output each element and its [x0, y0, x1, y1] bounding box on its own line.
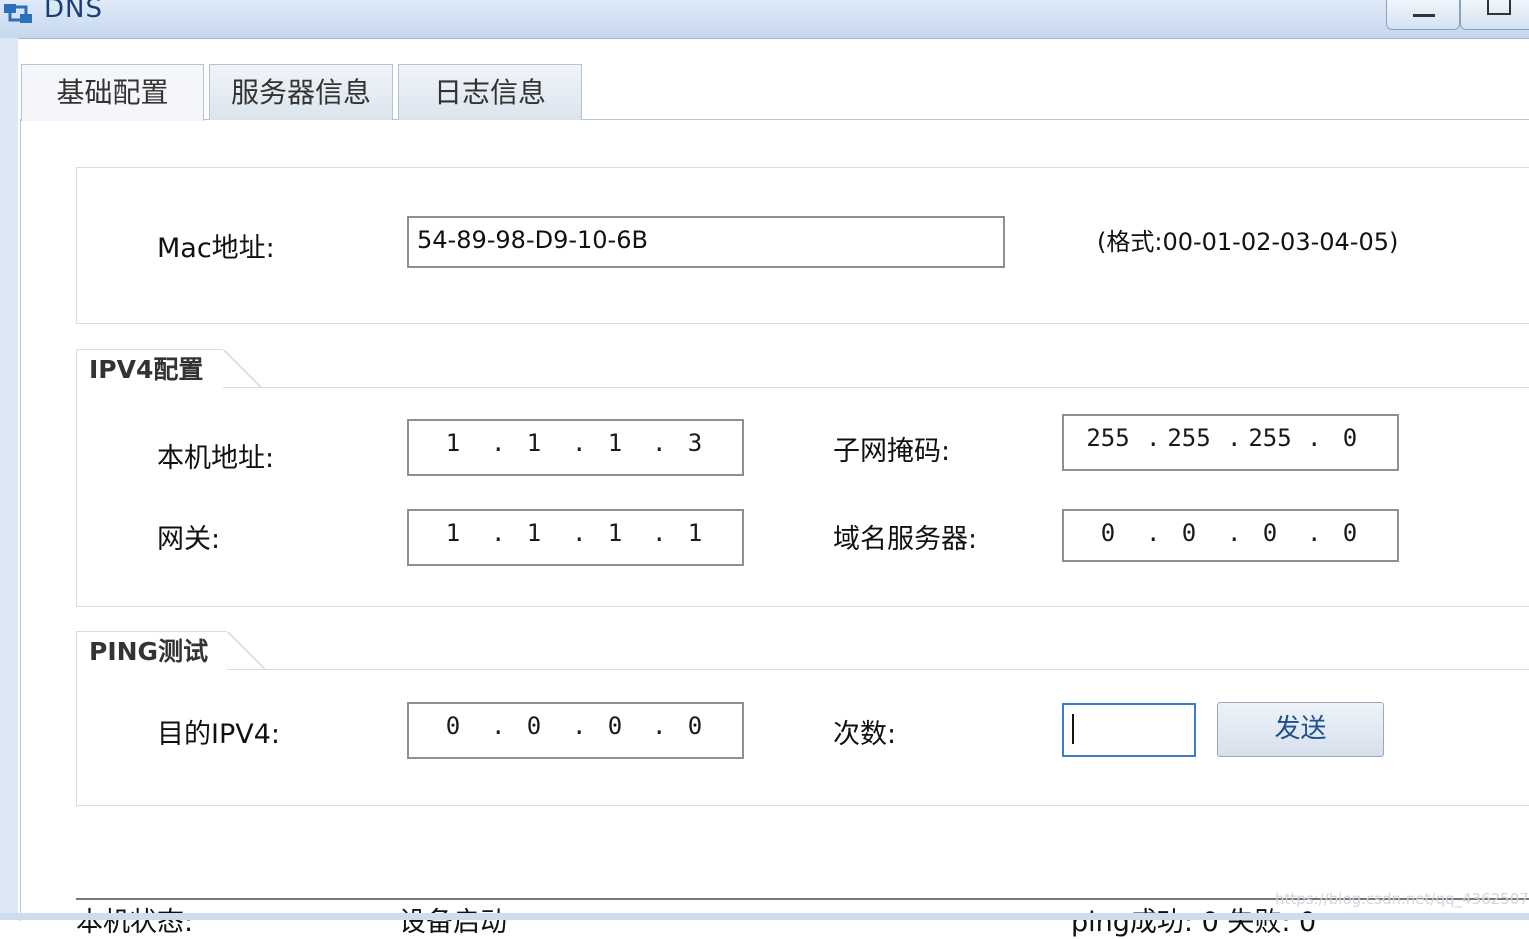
count-input[interactable]: [1062, 703, 1196, 757]
target-ipv4-label: 目的IPV4:: [157, 719, 280, 750]
ip-octet[interactable]: 1: [423, 429, 483, 457]
title-bar: DNS: [0, 0, 1529, 39]
ip-octet[interactable]: 0: [1078, 519, 1138, 547]
ip-dot: .: [491, 429, 506, 457]
ip-octet[interactable]: 1: [585, 519, 645, 547]
ip-octet[interactable]: 0: [585, 712, 645, 740]
ip-dot: .: [1227, 519, 1242, 547]
subnet-mask-label: 子网掩码:: [833, 436, 951, 467]
subnet-mask-input[interactable]: 255 . 255 . 255 . 0: [1062, 414, 1399, 471]
local-address-input[interactable]: 1 . 1 . 1 . 3: [407, 419, 744, 476]
ip-octet[interactable]: 0: [665, 712, 725, 740]
ip-octet[interactable]: 0: [1240, 519, 1300, 547]
ip-dot: .: [1307, 424, 1322, 452]
ip-dot: .: [572, 519, 587, 547]
ip-dot: .: [572, 429, 587, 457]
ip-octet[interactable]: 0: [423, 712, 483, 740]
ip-octet[interactable]: 1: [423, 519, 483, 547]
ip-octet[interactable]: 1: [665, 519, 725, 547]
ip-octet[interactable]: 1: [504, 519, 564, 547]
network-icon: [4, 4, 32, 23]
ipv4-legend: IPV4配置: [76, 349, 261, 388]
ip-dot: .: [1227, 424, 1242, 452]
ip-dot: .: [652, 429, 667, 457]
ip-octet[interactable]: 0: [1159, 519, 1219, 547]
count-label: 次数:: [833, 719, 897, 750]
ip-dot: .: [1307, 519, 1322, 547]
ip-octet[interactable]: 0: [1320, 519, 1380, 547]
local-address-label: 本机地址:: [157, 443, 275, 474]
mac-address-input[interactable]: 54-89-98-D9-10-6B: [407, 216, 1005, 268]
dns-server-input[interactable]: 0 . 0 . 0 . 0: [1062, 509, 1399, 562]
gateway-label: 网关:: [157, 524, 221, 555]
send-button[interactable]: 发送: [1217, 702, 1384, 757]
target-ipv4-input[interactable]: 0 . 0 . 0 . 0: [407, 702, 744, 759]
ip-dot: .: [652, 712, 667, 740]
ip-dot: .: [491, 712, 506, 740]
text-caret: [1072, 714, 1074, 744]
ip-dot: .: [491, 519, 506, 547]
watermark: https://blog.csdn.net/qq_43625079: [1275, 890, 1529, 908]
ip-octet[interactable]: 1: [504, 429, 564, 457]
ip-octet[interactable]: 255: [1078, 424, 1138, 452]
window-title: DNS: [44, 0, 103, 24]
bottom-frame: [0, 913, 1529, 920]
maximize-icon[interactable]: [1460, 0, 1529, 30]
ip-octet[interactable]: 255: [1240, 424, 1300, 452]
ip-dot: .: [1146, 519, 1161, 547]
window-frame-left: [0, 38, 18, 920]
ip-octet[interactable]: 1: [585, 429, 645, 457]
ip-octet[interactable]: 255: [1159, 424, 1219, 452]
minimize-icon[interactable]: [1386, 0, 1460, 30]
ip-octet[interactable]: 3: [665, 429, 725, 457]
tab-log-info[interactable]: 日志信息: [398, 64, 582, 120]
ip-dot: .: [572, 712, 587, 740]
tab-basic-config[interactable]: 基础配置: [21, 64, 204, 121]
ip-dot: .: [1146, 424, 1161, 452]
mac-label: Mac地址:: [157, 233, 275, 264]
ping-legend: PING测试: [76, 631, 265, 670]
dns-server-label: 域名服务器:: [833, 524, 978, 555]
mac-format-hint: (格式:00-01-02-03-04-05): [1097, 228, 1399, 256]
mac-address-value: 54-89-98-D9-10-6B: [417, 226, 648, 254]
tab-server-info[interactable]: 服务器信息: [209, 64, 393, 120]
gateway-input[interactable]: 1 . 1 . 1 . 1: [407, 509, 744, 566]
ip-dot: .: [652, 519, 667, 547]
ip-octet[interactable]: 0: [1320, 424, 1380, 452]
ip-octet[interactable]: 0: [504, 712, 564, 740]
